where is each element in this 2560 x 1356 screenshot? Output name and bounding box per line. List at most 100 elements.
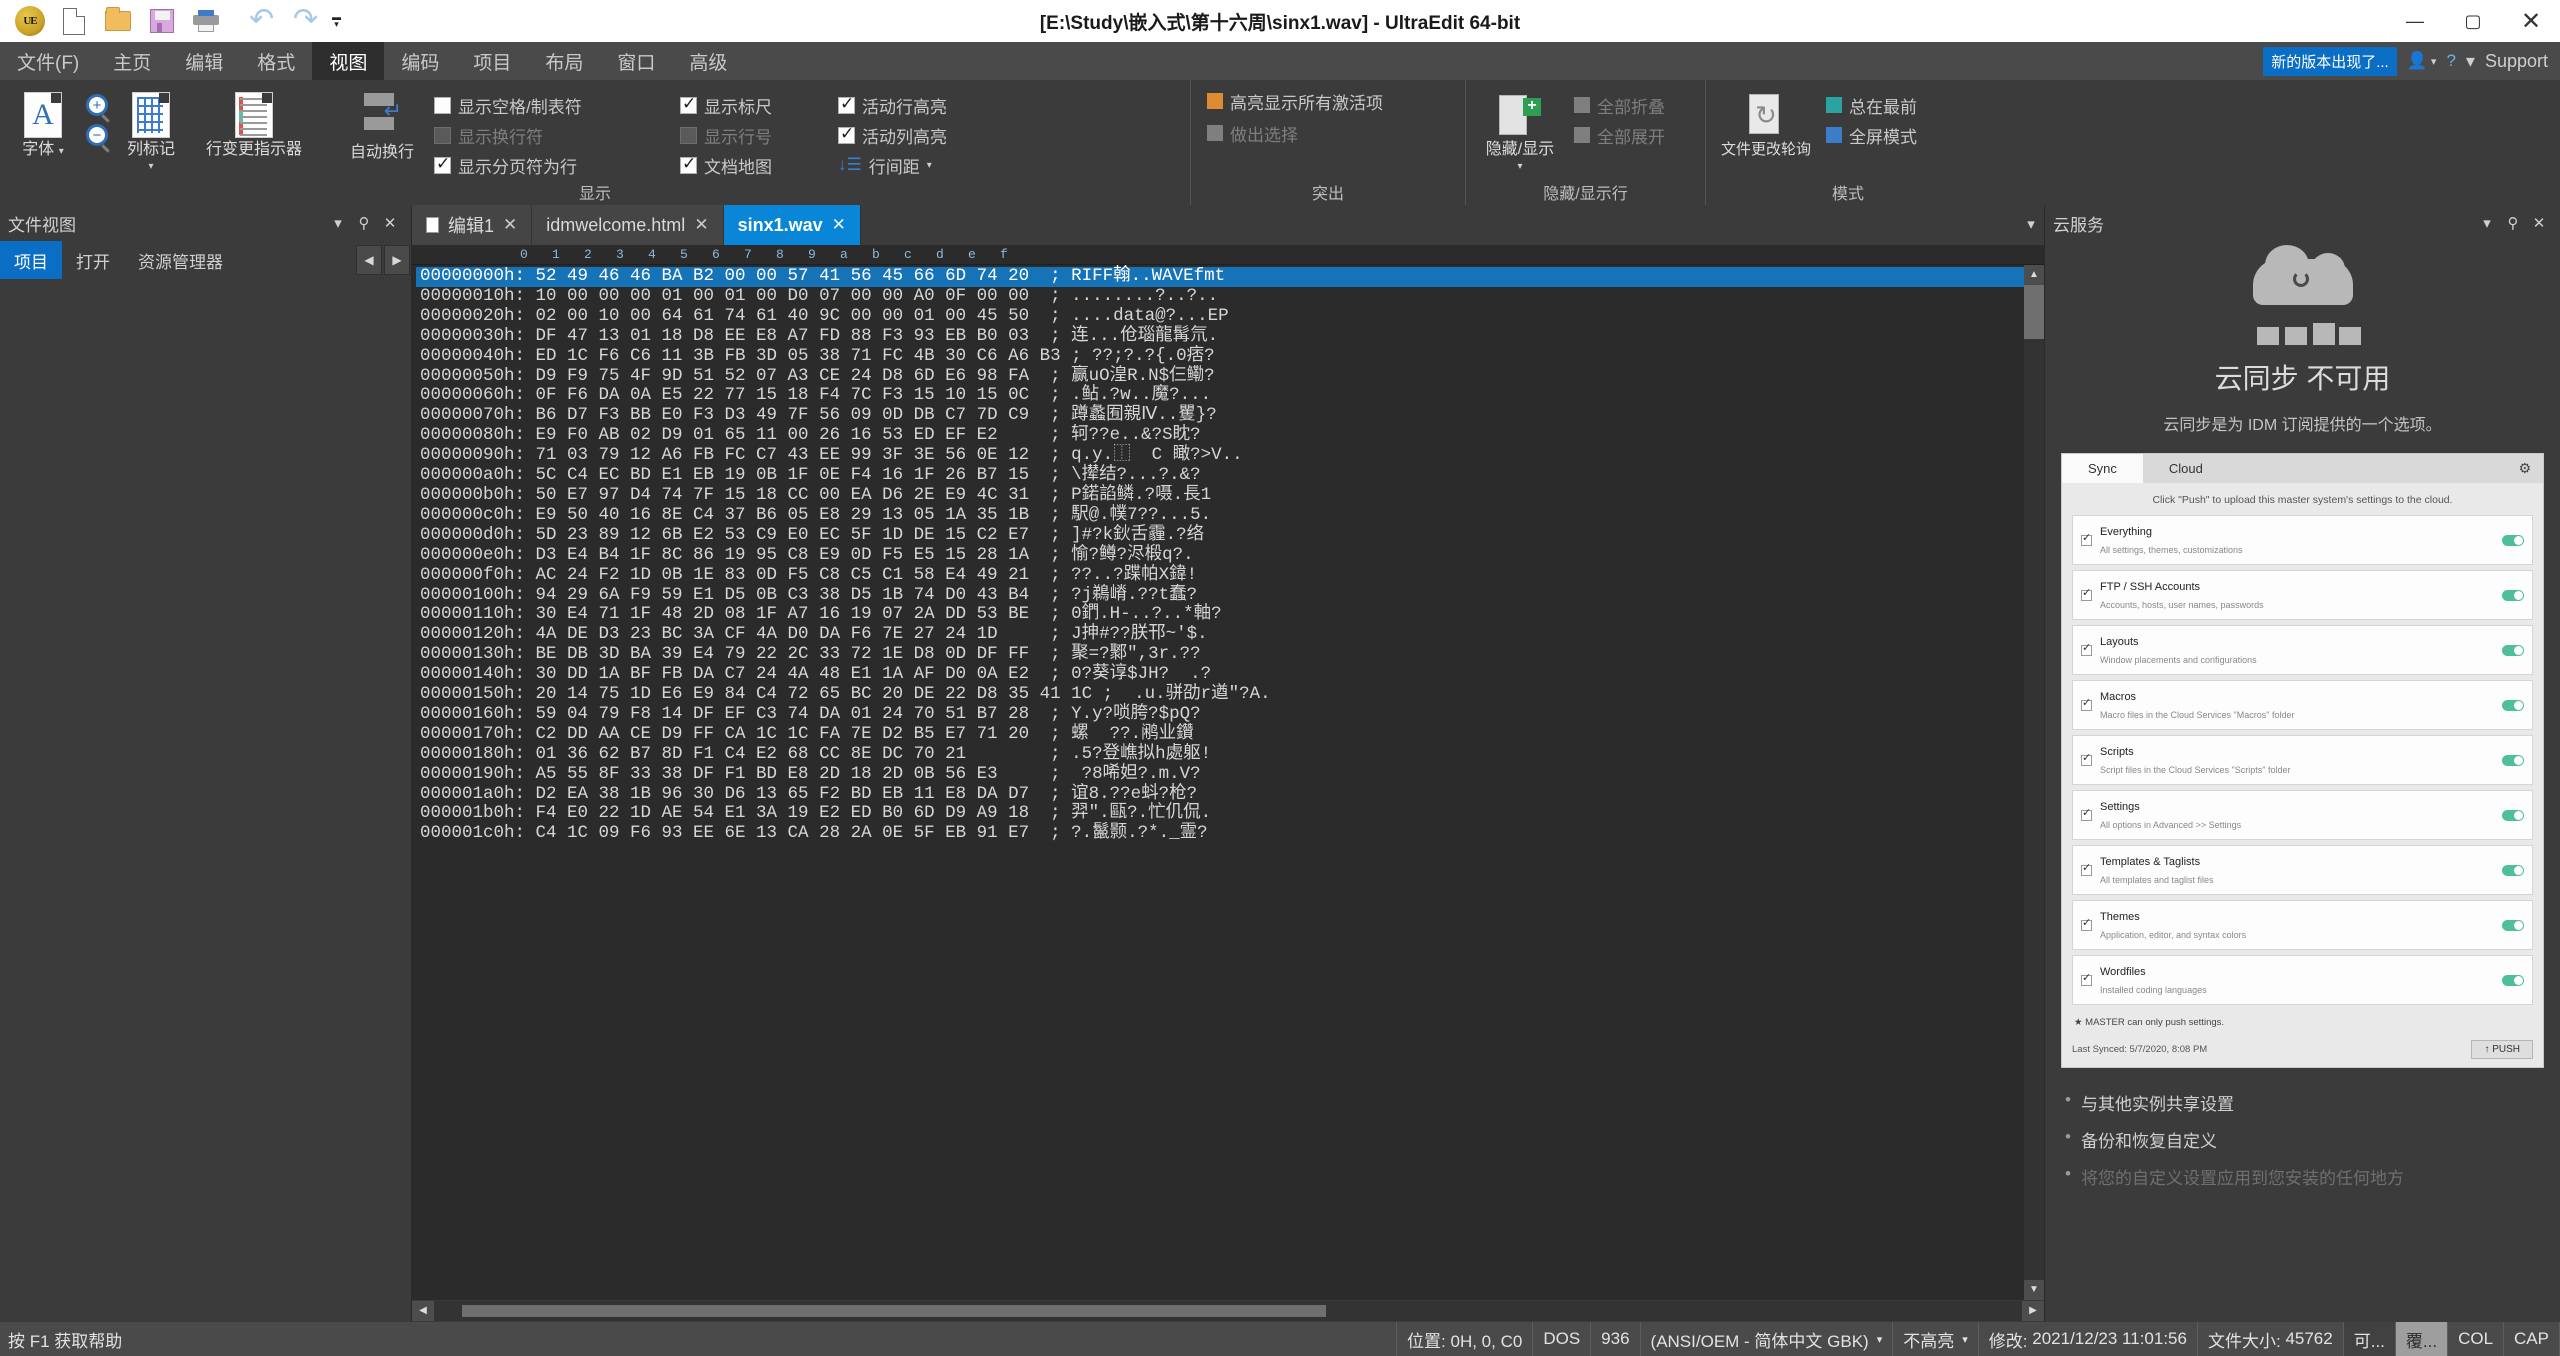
menu-layout[interactable]: 布局: [528, 42, 600, 80]
column-marker-button[interactable]: 列标记 ▾: [114, 88, 188, 172]
new-version-badge[interactable]: 新的版本出现了...: [2263, 46, 2397, 76]
check-fullscreen-mode[interactable]: 全屏模式: [1826, 122, 1917, 148]
hscroll-thumb[interactable]: [462, 1305, 1326, 1317]
hex-row[interactable]: 00000190h: A5 55 8F 33 38 DF F1 BD E8 2D…: [416, 764, 2024, 785]
checkbox[interactable]: [2081, 586, 2092, 601]
project-tree[interactable]: [0, 279, 411, 1322]
quick-access-more-button[interactable]: ▬ ▾: [332, 13, 341, 29]
toggle-switch[interactable]: [2502, 809, 2524, 821]
checkbox[interactable]: [2081, 861, 2092, 876]
file-poll-button[interactable]: ↻ 文件更改轮询: [1712, 88, 1820, 158]
hscroll-track[interactable]: [434, 1301, 2022, 1321]
menu-view[interactable]: 视图: [312, 42, 385, 80]
hex-row[interactable]: 000001c0h: C4 1C 09 F6 93 EE 6E 13 CA 28…: [416, 823, 2024, 844]
checkbox[interactable]: [2081, 751, 2092, 766]
tab-explorer[interactable]: 资源管理器: [124, 241, 237, 279]
hex-row[interactable]: 00000010h: 10 00 00 00 01 00 01 00 D0 07…: [416, 286, 2024, 307]
word-wrap-button[interactable]: ↵ 自动换行: [350, 88, 414, 162]
doc-tab-edit1[interactable]: 编辑1 ✕: [412, 205, 533, 245]
doc-tab-idmwelcome[interactable]: idmwelcome.html ✕: [532, 205, 724, 245]
check-highlight-all-active[interactable]: 高亮显示所有激活项: [1207, 88, 1383, 114]
hex-row[interactable]: 000000b0h: 50 E7 97 D4 74 7F 15 18 CC 00…: [416, 485, 2024, 506]
status-insert-mode[interactable]: 可...: [2343, 1322, 2396, 1356]
close-icon[interactable]: ✕: [832, 215, 846, 235]
close-icon[interactable]: ✕: [377, 214, 403, 232]
horizontal-scrollbar[interactable]: ◀ ▶: [412, 1300, 2044, 1322]
checkbox[interactable]: [2081, 641, 2092, 656]
editor-panel-caret-icon[interactable]: ▾: [2018, 205, 2044, 245]
check-active-column-highlight[interactable]: 活动列高亮: [838, 122, 1008, 148]
toggle-switch[interactable]: [2502, 864, 2524, 876]
toggle-switch[interactable]: [2502, 754, 2524, 766]
maximize-button[interactable]: ▢: [2444, 0, 2502, 42]
hex-row[interactable]: 00000120h: 4A DE D3 23 BC 3A CF 4A D0 DA…: [416, 624, 2024, 645]
hex-row[interactable]: 00000170h: C2 DD AA CE D9 FF CA 1C 1C FA…: [416, 724, 2024, 745]
check-show-linebreaks[interactable]: 显示换行符: [434, 122, 674, 148]
tab-scroll-next[interactable]: ▶: [384, 245, 410, 275]
support-link[interactable]: Support: [2485, 51, 2548, 72]
scroll-left-button[interactable]: ◀: [412, 1301, 434, 1321]
hex-row[interactable]: 00000180h: 01 36 62 B7 8D F1 C4 E2 68 CC…: [416, 744, 2024, 765]
zoom-out-icon[interactable]: −: [86, 124, 108, 146]
status-encoding[interactable]: (ANSI/OEM - 简体中文 GBK) ▾: [1641, 1322, 1894, 1356]
vscroll-track[interactable]: [2024, 285, 2044, 1280]
check-show-ruler[interactable]: 显示标尺: [680, 92, 832, 118]
status-col-mode[interactable]: COL: [2448, 1322, 2505, 1356]
status-overwrite-mode[interactable]: 覆...: [2395, 1322, 2449, 1356]
checkbox[interactable]: [2081, 971, 2092, 986]
account-icon[interactable]: 👤 ▾: [2407, 51, 2437, 71]
hex-row[interactable]: 00000030h: DF 47 13 01 18 D8 EE E8 A7 FD…: [416, 326, 2024, 347]
hex-row[interactable]: 000000d0h: 5D 23 89 12 6B E2 53 C9 E0 EC…: [416, 525, 2024, 546]
toggle-switch[interactable]: [2502, 699, 2524, 711]
print-button[interactable]: [186, 2, 226, 40]
close-icon[interactable]: ✕: [2526, 214, 2552, 232]
check-document-map[interactable]: 文档地图: [680, 152, 832, 178]
hex-row[interactable]: 00000090h: 71 03 79 12 A6 FB FC C7 43 EE…: [416, 445, 2024, 466]
cloud-tab-cloud[interactable]: Cloud: [2143, 454, 2229, 483]
checkbox[interactable]: [434, 154, 452, 174]
cloud-setting-row[interactable]: FTP / SSH Accounts Accounts, hosts, user …: [2072, 570, 2533, 620]
cloud-setting-row[interactable]: Settings All options in Advanced >> Setti…: [2072, 790, 2533, 840]
checkbox[interactable]: [680, 94, 698, 114]
scroll-down-button[interactable]: ▼: [2024, 1280, 2044, 1300]
checkbox[interactable]: [680, 154, 698, 174]
app-logo-button[interactable]: UE: [10, 2, 50, 40]
tab-project[interactable]: 项目: [0, 241, 62, 279]
line-change-indicator-button[interactable]: 行变更指示器: [194, 88, 314, 158]
hex-row[interactable]: 00000130h: BE DB 3D BA 39 E4 79 22 2C 33…: [416, 644, 2024, 665]
hex-content[interactable]: 00000000h: 52 49 46 46 BA B2 00 00 57 41…: [412, 265, 2024, 1300]
close-icon[interactable]: ✕: [694, 215, 708, 235]
hex-row[interactable]: 00000070h: B6 D7 F3 BB E0 F3 D3 49 7F 56…: [416, 405, 2024, 426]
hex-row[interactable]: 000000c0h: E9 50 40 16 8E C4 37 B6 05 E8…: [416, 505, 2024, 526]
status-position[interactable]: 位置: 0H, 0, C0: [1397, 1322, 1534, 1356]
toggle-switch[interactable]: [2502, 589, 2524, 601]
push-button[interactable]: ↑ PUSH: [2471, 1040, 2533, 1059]
hex-row[interactable]: 000001b0h: F4 E0 22 1D AE 54 E1 3A 19 E2…: [416, 804, 2024, 824]
menu-edit[interactable]: 编辑: [168, 42, 240, 80]
toggle-switch[interactable]: [2502, 534, 2524, 546]
checkbox[interactable]: [2081, 531, 2092, 546]
check-expand-all[interactable]: 全部展开: [1574, 122, 1665, 148]
line-spacing-button[interactable]: ↓☰ 行间距 ▾: [838, 152, 1008, 178]
close-icon[interactable]: ✕: [503, 215, 517, 235]
status-codepage[interactable]: 936: [1591, 1322, 1641, 1356]
hex-row[interactable]: 00000140h: 30 DD 1A BF FB DA C7 24 4A 48…: [416, 664, 2024, 685]
hex-row[interactable]: 00000000h: 52 49 46 46 BA B2 00 00 57 41…: [416, 266, 2024, 287]
hex-row[interactable]: 00000020h: 02 00 10 00 64 61 74 61 40 9C…: [416, 306, 2024, 327]
scroll-up-button[interactable]: ▲: [2024, 265, 2044, 285]
menu-project[interactable]: 项目: [456, 42, 528, 80]
cloud-setting-row[interactable]: Wordfiles Installed coding languages: [2072, 955, 2533, 1005]
menu-home[interactable]: 主页: [96, 42, 168, 80]
hex-row[interactable]: 00000160h: 59 04 79 F8 14 DF EF C3 74 DA…: [416, 704, 2024, 725]
checkbox[interactable]: [838, 94, 856, 114]
cloud-setting-row[interactable]: Templates & Taglists All templates and ta…: [2072, 845, 2533, 895]
menu-encoding[interactable]: 编码: [384, 42, 456, 80]
tab-open[interactable]: 打开: [62, 241, 124, 279]
menu-window[interactable]: 窗口: [600, 42, 672, 80]
check-always-on-top[interactable]: 总在最前: [1826, 92, 1917, 118]
hex-row[interactable]: 00000150h: 20 14 75 1D E6 E9 84 C4 72 65…: [416, 684, 2024, 705]
hide-show-button[interactable]: + 隐藏/显示 ▾: [1472, 88, 1568, 172]
close-button[interactable]: ✕: [2502, 0, 2560, 42]
chevron-down-icon[interactable]: ▾: [325, 214, 351, 232]
check-collapse-all[interactable]: 全部折叠: [1574, 92, 1665, 118]
